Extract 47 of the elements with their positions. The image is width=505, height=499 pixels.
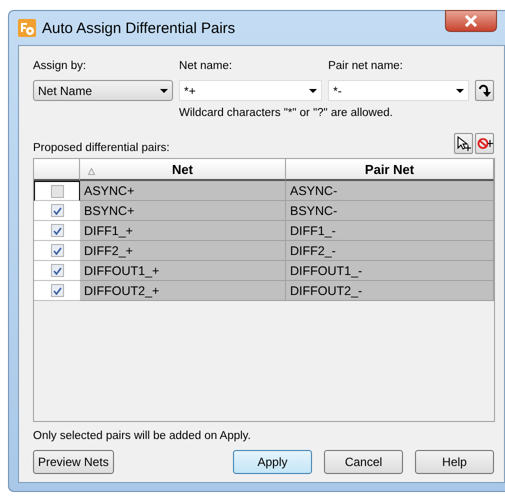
assign-by-label: Assign by: (33, 60, 88, 72)
swap-button[interactable] (475, 80, 494, 101)
net-cell[interactable]: ASYNC+ (80, 181, 286, 201)
close-button[interactable] (445, 10, 497, 32)
window-title: Auto Assign Differential Pairs (42, 20, 236, 36)
net-cell[interactable]: BSYNC+ (80, 201, 286, 221)
pair-net-cell[interactable]: DIFF1_- (286, 221, 494, 241)
cursor-plus-icon (456, 136, 471, 151)
no-sign-icon (476, 136, 492, 151)
wildcard-hint: Wildcard characters "*" or "?" are allowed. (179, 107, 394, 119)
pair-net-cell[interactable]: DIFFOUT2_- (286, 281, 494, 301)
close-icon (464, 15, 478, 27)
checkbox[interactable] (50, 224, 64, 237)
clear-button[interactable] (475, 133, 494, 154)
apply-note: Only selected pairs will be added on Apply. (33, 430, 252, 442)
checkbox[interactable] (50, 284, 64, 297)
pair-net-name-label: Pair net name: (328, 60, 404, 72)
net-cell[interactable]: DIFF1_+ (80, 221, 286, 241)
net-cell[interactable]: DIFF2_+ (80, 241, 286, 261)
net-cell[interactable]: DIFFOUT2_+ (80, 281, 286, 301)
select-all-button[interactable] (454, 133, 473, 154)
proposed-pairs-label: Proposed differential pairs: (33, 142, 170, 154)
apply-button[interactable]: Apply (233, 450, 312, 474)
dropdown-caret-icon (309, 88, 318, 92)
dropdown-caret-icon (456, 88, 464, 92)
preview-button[interactable]: Preview Nets (33, 450, 114, 474)
net-cell[interactable]: DIFFOUT1_+ (80, 261, 286, 281)
column-header[interactable]: Net (80, 159, 286, 181)
assign-by-dropdown[interactable]: Net Name (33, 80, 174, 101)
pair-net-cell[interactable]: ASYNC- (286, 181, 494, 201)
net-name-combo[interactable]: *+ (179, 80, 322, 101)
checkbox[interactable] (50, 264, 64, 277)
column-header[interactable]: Pair Net (286, 159, 494, 181)
sort-triangle-icon (88, 168, 95, 175)
pair-net-cell[interactable]: DIFFOUT1_- (286, 261, 494, 281)
pair-net-cell[interactable]: BSYNC- (286, 201, 494, 221)
net-name-label: Net name: (179, 60, 234, 72)
dialog-button[interactable]: Help (415, 450, 494, 474)
checkbox[interactable] (50, 184, 64, 198)
app-icon (18, 19, 36, 37)
pair-net-cell[interactable]: DIFF2_- (286, 241, 494, 261)
checkbox[interactable] (50, 244, 64, 257)
pair-net-name-combo[interactable]: *- (328, 80, 470, 101)
dropdown-caret-icon (160, 88, 168, 92)
checkbox[interactable] (50, 204, 64, 217)
curved-arrow-icon (478, 83, 492, 98)
dialog-button[interactable]: Cancel (324, 450, 403, 474)
